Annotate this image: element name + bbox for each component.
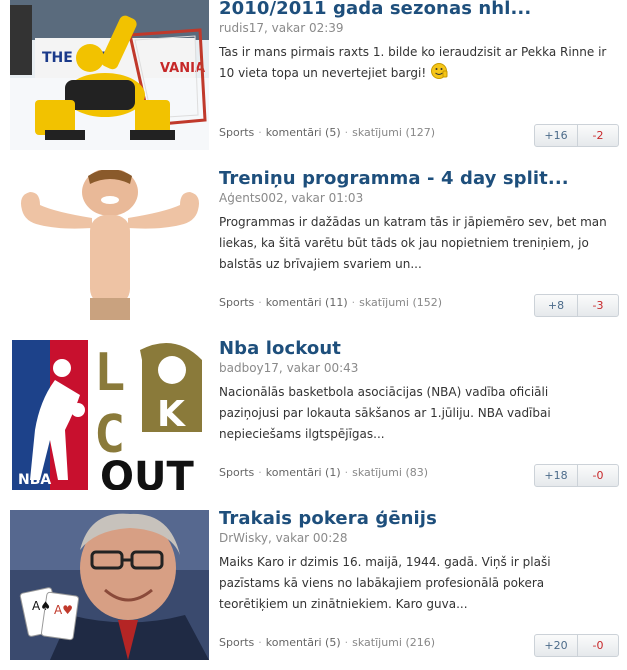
comments-link[interactable]: komentāri (1) <box>266 466 341 479</box>
author-link[interactable]: DrWisky <box>219 531 268 545</box>
article-meta: rudis17, vakar 02:39 <box>219 21 344 35</box>
comments-link[interactable]: komentāri (5) <box>266 126 341 139</box>
comments-link[interactable]: komentāri (11) <box>266 296 348 309</box>
category-link[interactable]: Sports <box>219 636 254 649</box>
card-suit-icon: A♥ <box>54 603 73 617</box>
views-count: skatījumi (152) <box>359 296 443 309</box>
article-excerpt-text: Tas ir mans pirmais raxts 1. bilde ko ie… <box>219 45 607 80</box>
meta-separator: , <box>264 21 272 35</box>
article-meta: Aģents002, vakar 01:03 <box>219 191 363 205</box>
article-excerpt: Programmas ir dažādas un katram tās ir j… <box>219 215 607 271</box>
article-title[interactable]: Treniņu programma - 4 day split... <box>219 168 624 189</box>
author-link[interactable]: rudis17 <box>219 21 264 35</box>
downvote-button[interactable]: -2 <box>577 124 619 147</box>
meta-separator: , <box>278 361 287 375</box>
article-thumbnail-nba-lockout[interactable]: NBA L C K OUT <box>10 340 209 490</box>
article-item: A♠ A♥ Trakais pokera ģēnijs DrWisky, vak… <box>0 508 627 670</box>
separator: · <box>258 296 262 309</box>
article-feed: THE LOT VANIA 2010/2011 gada sezonas nhl… <box>0 0 627 662</box>
separator: · <box>258 466 262 479</box>
author-link[interactable]: Aģents002 <box>219 191 284 205</box>
article-title[interactable]: Trakais pokera ģēnijs <box>219 508 624 529</box>
downvote-button[interactable]: -0 <box>577 634 619 657</box>
category-link[interactable]: Sports <box>219 296 254 309</box>
separator: · <box>258 636 262 649</box>
vote-controls: +18 -0 <box>534 464 619 487</box>
vote-controls: +16 -2 <box>534 124 619 147</box>
category-link[interactable]: Sports <box>219 126 254 139</box>
thumbs-up-smiley-icon <box>431 63 448 79</box>
post-time: vakar 00:43 <box>286 361 359 375</box>
views-count: skatījumi (127) <box>352 126 436 139</box>
article-footer: Sports · komentāri (11) · skatījumi (152) <box>219 296 442 309</box>
upvote-button[interactable]: +8 <box>534 294 578 317</box>
article-meta: badboy17, vakar 00:43 <box>219 361 358 375</box>
board-text-2: VANIA <box>160 61 205 76</box>
article-footer: Sports · komentāri (1) · skatījumi (83) <box>219 466 428 479</box>
separator: · <box>344 126 349 139</box>
article-thumbnail-poker-player[interactable]: A♠ A♥ <box>10 510 209 660</box>
views-count: skatījumi (83) <box>352 466 429 479</box>
separator: · <box>344 636 349 649</box>
separator: · <box>351 296 356 309</box>
downvote-button[interactable]: -3 <box>577 294 619 317</box>
article-title[interactable]: 2010/2011 gada sezonas nhl... <box>219 0 624 19</box>
upvote-button[interactable]: +16 <box>534 124 578 147</box>
separator: · <box>344 466 349 479</box>
post-time: vakar 00:28 <box>275 531 348 545</box>
downvote-button[interactable]: -0 <box>577 464 619 487</box>
article-footer: Sports · komentāri (5) · skatījumi (216) <box>219 636 435 649</box>
separator: · <box>258 126 262 139</box>
upvote-button[interactable]: +18 <box>534 464 578 487</box>
lockout-letter: K <box>157 394 186 435</box>
article-excerpt: Nacionālās basketbola asociācijas (NBA) … <box>219 385 551 441</box>
article-excerpt: Maiks Karo ir dzimis 16. maijā, 1944. ga… <box>219 555 551 611</box>
meta-separator: , <box>267 531 276 545</box>
article-thumbnail-flexing-kid[interactable] <box>10 170 209 320</box>
article-meta: DrWisky, vakar 00:28 <box>219 531 348 545</box>
author-link[interactable]: badboy17 <box>219 361 279 375</box>
comments-link[interactable]: komentāri (5) <box>266 636 341 649</box>
article-item: NBA L C K OUT Nba lockout badboy17, vaka… <box>0 338 627 500</box>
nba-logo-text: NBA <box>18 472 51 488</box>
article-item: THE LOT VANIA 2010/2011 gada sezonas nhl… <box>0 0 627 160</box>
post-time: vakar 02:39 <box>271 21 344 35</box>
card-suit-icon: A♠ <box>32 599 51 613</box>
post-time: vakar 01:03 <box>291 191 364 205</box>
article-title[interactable]: Nba lockout <box>219 338 624 359</box>
article-item: Treniņu programma - 4 day split... Aģent… <box>0 168 627 330</box>
lockout-letter: L <box>94 343 125 403</box>
category-link[interactable]: Sports <box>219 466 254 479</box>
lockout-out-text: OUT <box>100 454 194 490</box>
vote-controls: +20 -0 <box>534 634 619 657</box>
upvote-button[interactable]: +20 <box>534 634 578 657</box>
views-count: skatījumi (216) <box>352 636 436 649</box>
article-footer: Sports · komentāri (5) · skatījumi (127) <box>219 126 435 139</box>
article-thumbnail-hockey-goalie[interactable]: THE LOT VANIA <box>10 0 209 150</box>
vote-controls: +8 -3 <box>534 294 619 317</box>
article-excerpt: Tas ir mans pirmais raxts 1. bilde ko ie… <box>219 42 609 84</box>
